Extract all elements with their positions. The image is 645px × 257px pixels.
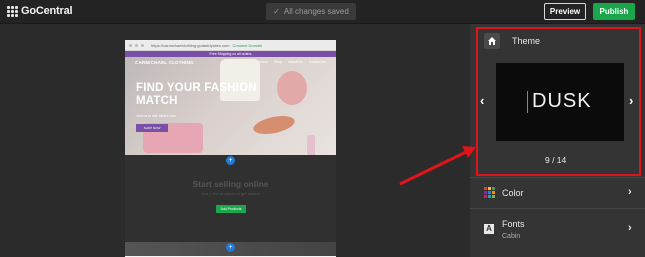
theme-preview-card[interactable]: DUSK bbox=[496, 63, 624, 141]
site-name: CARMICHAEL CLOTHING bbox=[135, 59, 194, 65]
color-swatch bbox=[492, 195, 495, 198]
products-section[interactable]: Start selling online Add a few products … bbox=[125, 155, 336, 242]
theme-accent-bar bbox=[527, 91, 528, 113]
preview-button[interactable]: Preview bbox=[544, 3, 586, 20]
color-swatch bbox=[488, 187, 491, 190]
site-nav-link[interactable]: Shop bbox=[274, 60, 282, 64]
hero-image-bottle bbox=[307, 135, 315, 155]
add-section-button[interactable]: + bbox=[226, 243, 235, 252]
app-logo: GoCentral bbox=[21, 5, 73, 17]
site-nav-link[interactable]: About Us bbox=[288, 60, 302, 64]
site-preview: https://carmichaelclothing.godaddysites.… bbox=[125, 40, 336, 257]
save-status: ✓ All changes saved bbox=[266, 3, 356, 20]
color-swatch bbox=[492, 191, 495, 194]
divider bbox=[470, 177, 645, 178]
top-bar: GoCentral ✓ All changes saved Preview Pu… bbox=[0, 0, 645, 24]
sell-subtitle: Add a few products to get started bbox=[201, 191, 260, 196]
add-products-button[interactable]: Add Products bbox=[216, 205, 246, 213]
home-icon bbox=[488, 37, 496, 45]
check-icon: ✓ bbox=[273, 7, 280, 16]
chevron-right-icon[interactable]: › bbox=[628, 222, 632, 234]
window-dot-icon bbox=[129, 43, 132, 47]
chevron-left-icon[interactable]: ‹ bbox=[480, 93, 484, 108]
hero-section[interactable]: CARMICHAEL CLOTHING Home Shop About Us C… bbox=[125, 57, 336, 155]
add-section-button[interactable]: + bbox=[226, 156, 235, 165]
chevron-right-icon[interactable]: › bbox=[629, 93, 633, 108]
site-nav-link[interactable]: Contact Us bbox=[309, 60, 326, 64]
sell-title: Start selling online bbox=[192, 179, 269, 189]
color-swatch bbox=[488, 191, 491, 194]
home-button[interactable] bbox=[484, 33, 500, 49]
save-status-text: All changes saved bbox=[283, 7, 349, 16]
color-swatch bbox=[484, 195, 487, 198]
chevron-right-icon[interactable]: › bbox=[628, 186, 632, 198]
theme-name: DUSK bbox=[532, 90, 592, 112]
hero-title: FIND YOUR FASHION MATCH bbox=[136, 82, 257, 107]
annotation-arrow-icon bbox=[399, 146, 476, 186]
hero-subtitle: Visit us to see what's new bbox=[136, 114, 176, 118]
fonts-value: Cabin bbox=[502, 233, 521, 240]
window-dot-icon bbox=[135, 43, 138, 47]
theme-label: Theme bbox=[512, 36, 541, 46]
fonts-icon: A bbox=[484, 224, 494, 234]
apps-grid-icon[interactable] bbox=[7, 6, 18, 17]
publish-button[interactable]: Publish bbox=[593, 3, 635, 20]
theme-counter: 9 / 14 bbox=[545, 155, 567, 165]
site-nav: CARMICHAEL CLOTHING Home Shop About Us C… bbox=[125, 57, 336, 67]
fonts-label[interactable]: Fonts bbox=[502, 219, 525, 229]
color-swatch bbox=[488, 195, 491, 198]
connect-domain-link[interactable]: Connect Domain bbox=[232, 43, 262, 48]
divider bbox=[470, 208, 645, 209]
browser-bar: https://carmichaelclothing.godaddysites.… bbox=[125, 40, 336, 51]
window-dot-icon bbox=[141, 43, 144, 47]
shop-now-button[interactable]: SHOP NOW bbox=[136, 124, 168, 132]
color-palette-icon bbox=[484, 187, 495, 198]
color-swatch bbox=[492, 187, 495, 190]
hero-image-sandal bbox=[251, 112, 297, 138]
color-swatch bbox=[484, 191, 487, 194]
color-label[interactable]: Color bbox=[502, 188, 524, 198]
color-swatch bbox=[484, 187, 487, 190]
hero-image-bag bbox=[277, 71, 307, 105]
preview-url: https://carmichaelclothing.godaddysites.… bbox=[151, 42, 263, 48]
site-nav-link[interactable]: Home bbox=[259, 60, 268, 64]
